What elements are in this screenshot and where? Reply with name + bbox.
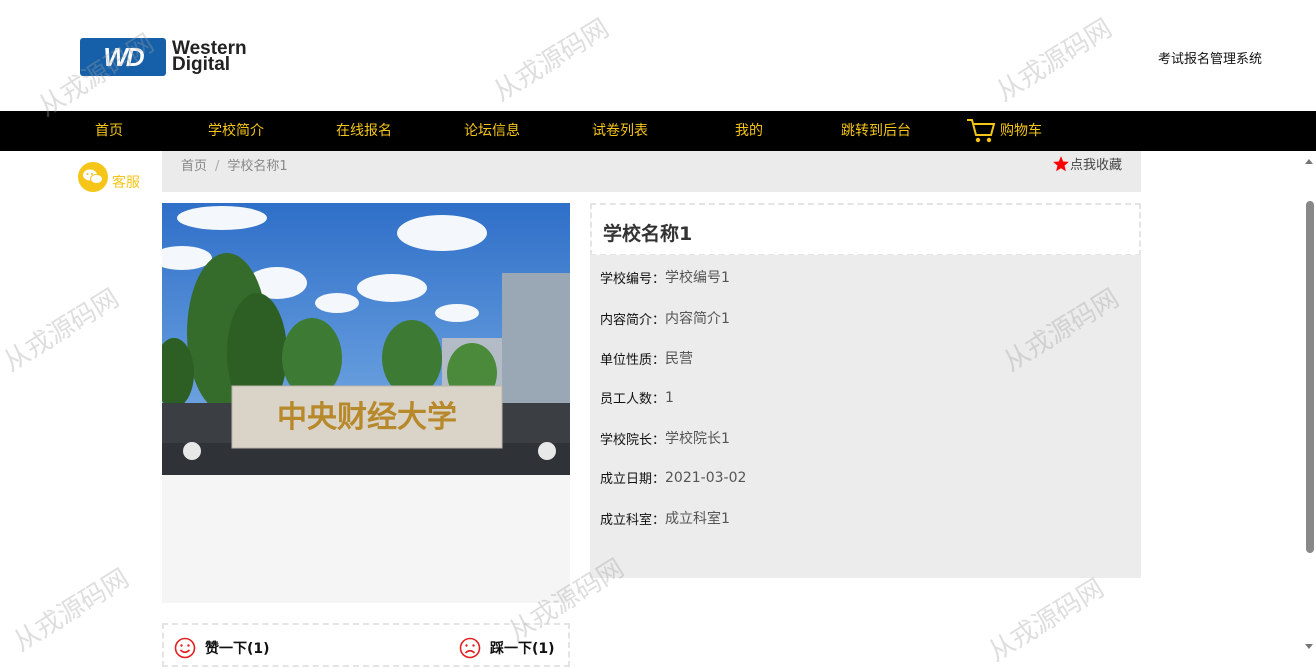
nav-item-home[interactable]: 首页 [95,111,123,151]
field-value: 成立科室1 [665,511,730,527]
breadcrumb-separator: / [215,159,220,174]
dislike-button[interactable]: 踩一下(1) [459,637,555,659]
wd-logo-mark: WD [80,38,166,76]
field-label: 员工人数： [600,392,666,407]
school-photo: 中央财经大学 [162,203,570,475]
logo-line2: Digital [172,54,231,75]
monument-caption: 中央财经大学 [277,400,457,435]
field-value: 2021-03-02 [665,469,747,486]
nav-item-school-intro[interactable]: 学校简介 [208,111,264,151]
school-name-title: 学校名称1 [603,223,693,245]
frown-icon [459,637,481,659]
field-value: 学校院长1 [665,431,730,447]
smile-icon [174,637,196,659]
breadcrumb-current: 学校名称1 [227,159,288,174]
system-title: 考试报名管理系统 [1157,52,1262,67]
favorite-label: 点我收藏 [1069,158,1122,173]
favorite-button[interactable]: 点我收藏 [1052,154,1122,173]
nav-item-mine[interactable]: 我的 [735,111,763,151]
like-label: 赞一下(1) [205,641,270,657]
breadcrumb: 首页 / 学校名称1 [181,155,288,174]
nav-item-exam-papers[interactable]: 试卷列表 [592,111,648,151]
nav-item-admin[interactable]: 跳转到后台 [841,111,911,151]
main-nav: 首页 学校简介 在线报名 论坛信息 试卷列表 我的 跳转到后台 购物车 [0,111,1316,151]
field-unit-type: 单位性质： 民营 [600,348,693,368]
field-intro: 内容简介： 内容简介1 [600,308,730,328]
field-value: 内容简介1 [665,311,730,327]
breadcrumb-bar: 首页 / 学校名称1 点我收藏 [162,151,1141,192]
nav-item-forum[interactable]: 论坛信息 [464,111,520,151]
field-value: 学校编号1 [665,270,730,286]
watermark: 从戎源码网 [983,573,1110,668]
field-label: 内容简介： [600,312,666,328]
watermark: 从戎源码网 [8,563,135,658]
field-value: 1 [665,389,674,406]
customer-service-label: 客服 [112,175,140,191]
wechat-icon [78,162,108,192]
field-label: 学校编号： [600,271,666,287]
field-founded-date: 成立日期： 2021-03-02 [600,468,747,488]
scroll-down-icon[interactable] [1305,644,1313,649]
customer-service[interactable]: 客服 [78,162,140,192]
field-department: 成立科室： 成立科室1 [600,508,730,528]
cart-icon [967,119,996,143]
field-label: 成立科室： [600,512,666,528]
field-president: 学校院长： 学校院长1 [600,428,730,448]
field-label: 成立日期： [600,472,666,487]
field-label: 单位性质： [600,352,666,368]
field-staff-count: 员工人数： 1 [600,388,674,408]
star-icon [1053,155,1069,171]
scroll-up-icon[interactable] [1305,159,1313,164]
western-digital-logo[interactable]: WD Western Digital [80,38,247,76]
page-scrollbar[interactable] [1300,151,1316,657]
field-label: 学校院长： [600,432,666,448]
field-value: 民营 [665,351,694,367]
dislike-label: 踩一下(1) [490,641,555,657]
vote-box: 赞一下(1) 踩一下(1) [162,623,570,667]
nav-item-online-registration[interactable]: 在线报名 [336,111,392,151]
nav-item-cart[interactable]: 购物车 [966,111,1042,151]
watermark: 从戎源码网 [0,283,125,378]
detail-panel: 学校编号： 学校编号1 内容简介： 内容简介1 单位性质： 民营 员工人数： 1… [590,255,1141,578]
cart-label: 购物车 [1000,123,1042,139]
like-button[interactable]: 赞一下(1) [174,637,270,659]
scroll-thumb[interactable] [1306,201,1314,553]
school-image-panel: 中央财经大学 [162,203,570,603]
field-school-number: 学校编号： 学校编号1 [600,267,730,287]
logo-wordmark: Western Digital [172,39,247,75]
breadcrumb-home[interactable]: 首页 [181,159,207,174]
header: WD Western Digital 考试报名管理系统 [0,0,1316,111]
detail-title-box: 学校名称1 [590,203,1141,256]
